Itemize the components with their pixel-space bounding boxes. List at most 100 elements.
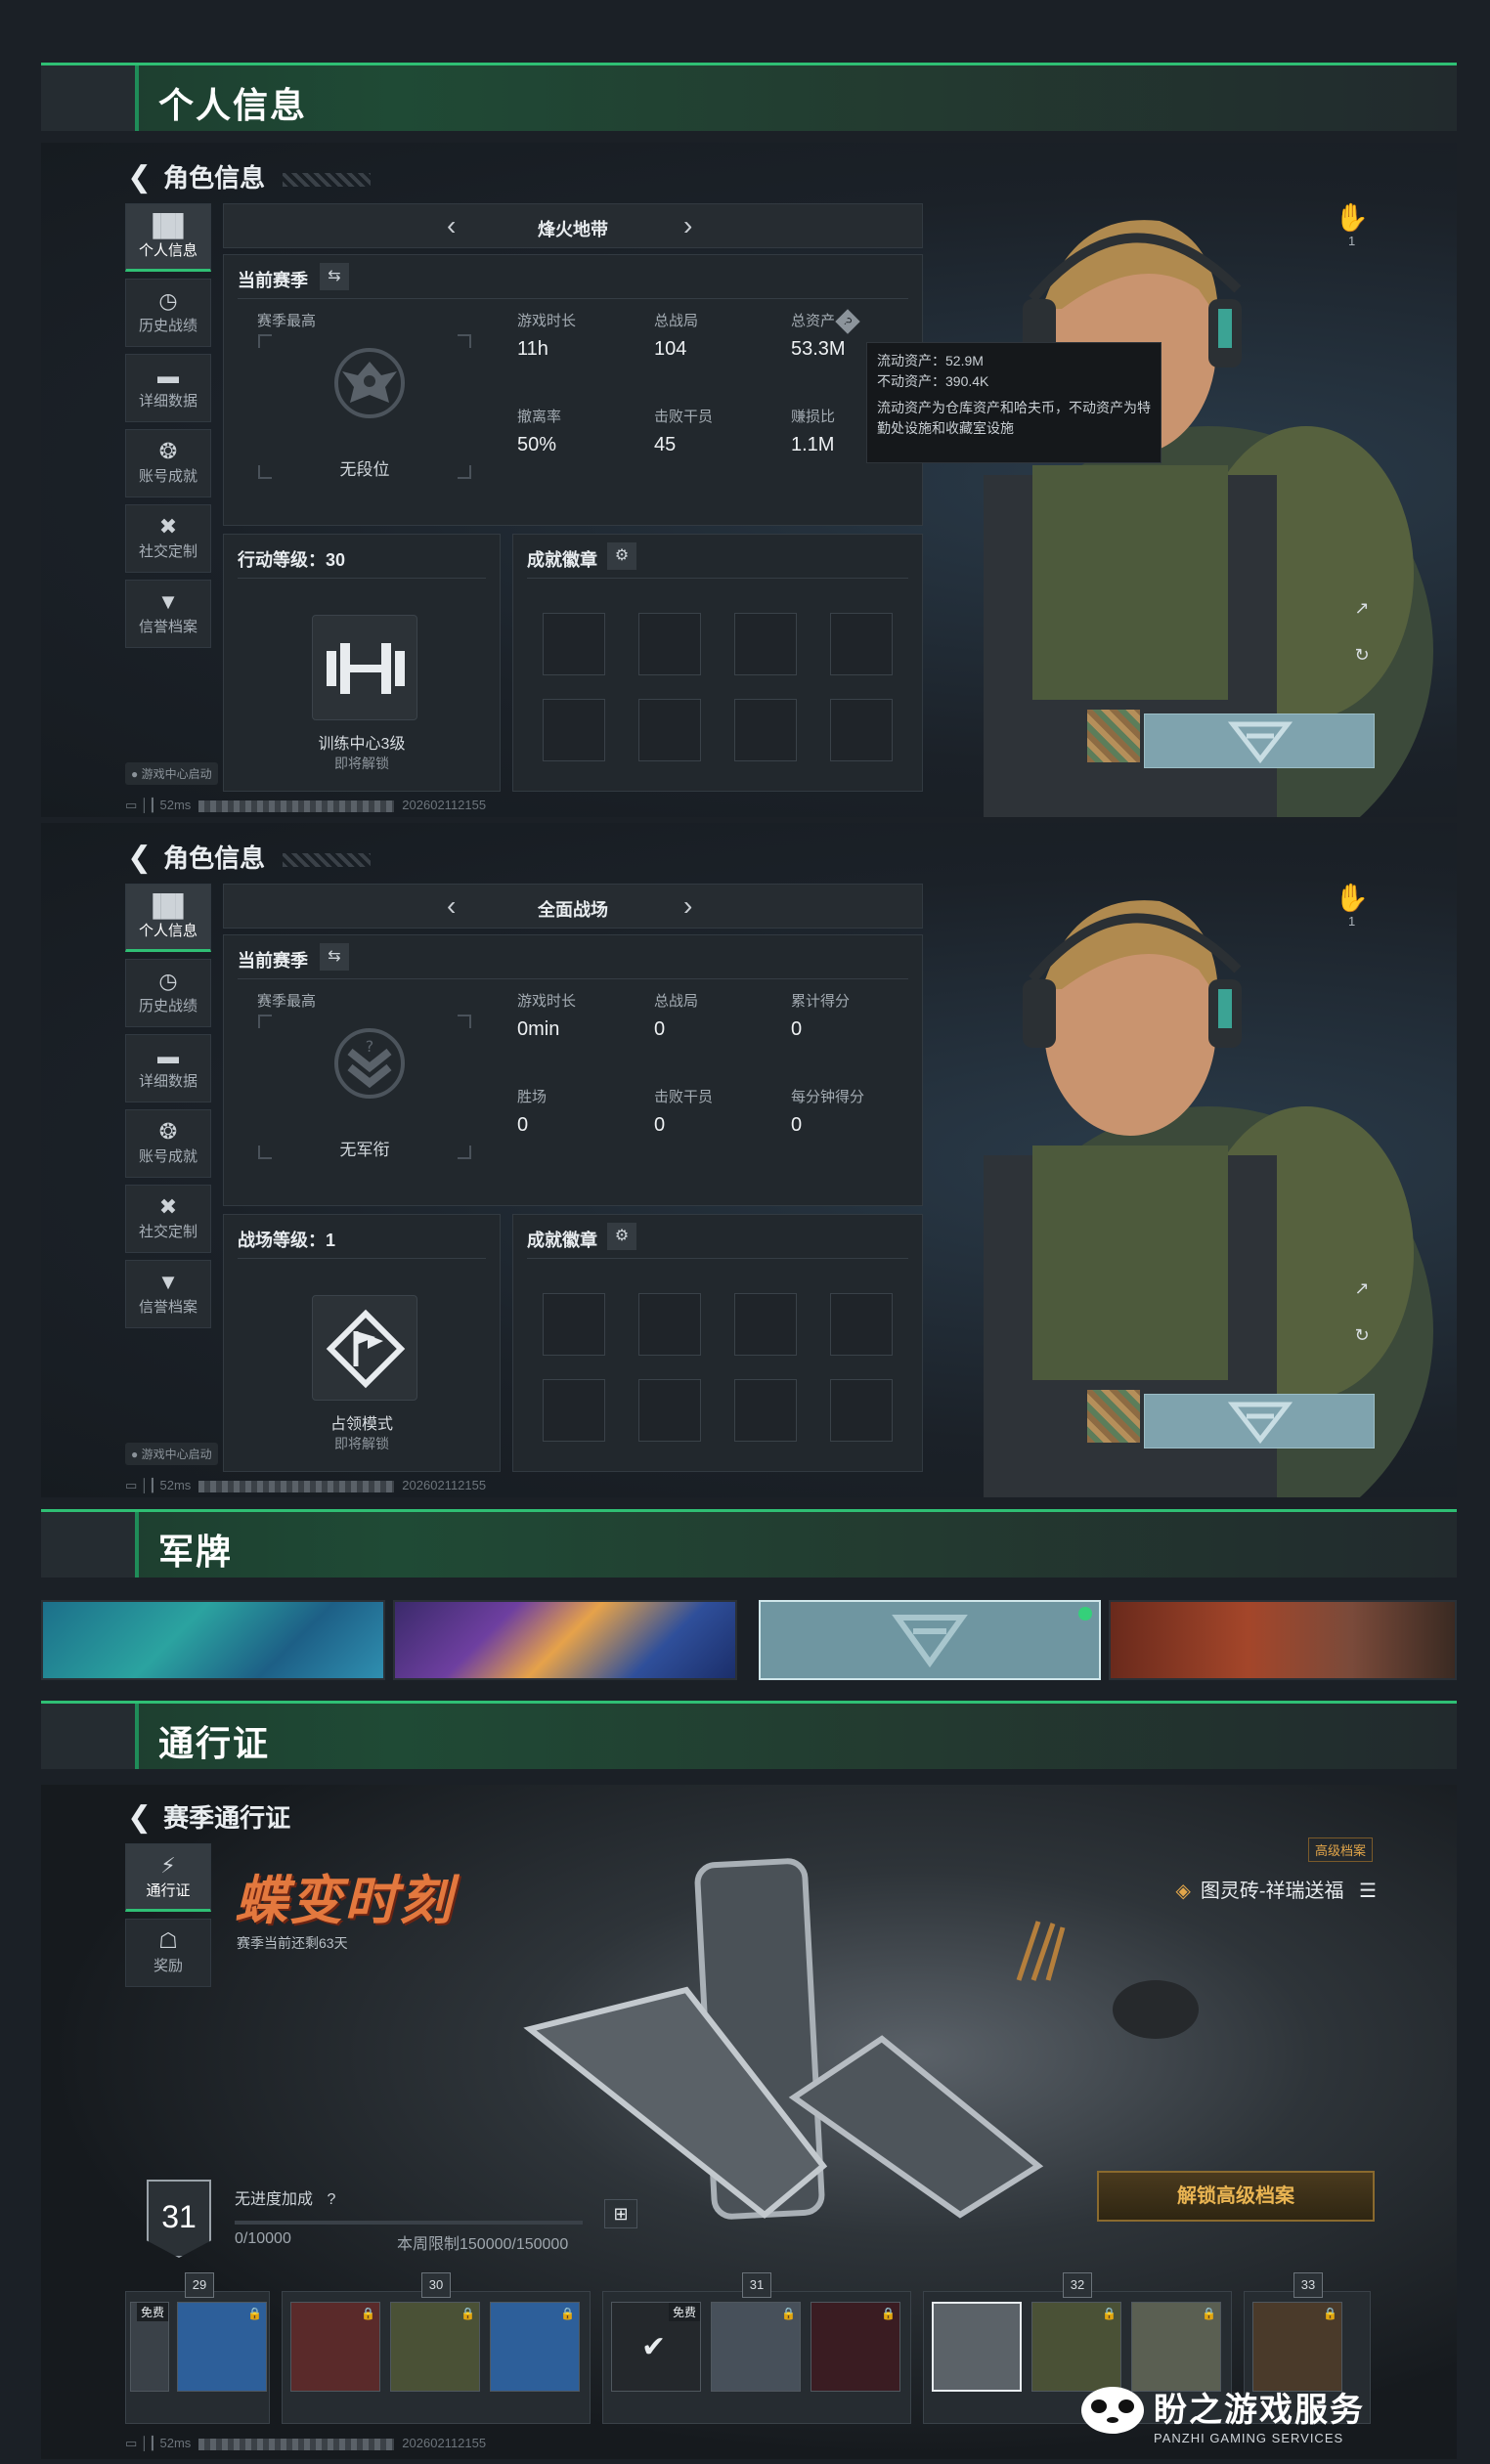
clock-icon: ◷ — [158, 288, 178, 313]
reward-slot[interactable]: 🔒 — [177, 2302, 267, 2392]
progress-bonus-label: 无进度加成 ? — [235, 2191, 336, 2208]
help-icon[interactable]: ? — [327, 2191, 335, 2208]
lock-icon: 🔒 — [560, 2307, 575, 2320]
stat-total-assets[interactable]: 总资产 ? 53.3M — [791, 309, 860, 361]
refresh-icon[interactable]: ↻ — [1349, 645, 1375, 670]
badge-slot[interactable] — [830, 699, 893, 761]
badge-slot[interactable] — [734, 1293, 797, 1356]
add-progress-icon[interactable]: ⊞ — [604, 2199, 637, 2228]
lock-icon: 🔒 — [881, 2307, 896, 2320]
sidebar-item-rewards[interactable]: ☖ 奖励 — [125, 1919, 211, 1987]
gear-icon[interactable]: ⚙ — [607, 1223, 636, 1250]
folder-icon: ▬ — [157, 1044, 179, 1068]
rank-name: 无段位 — [339, 460, 390, 479]
lock-icon: 🔒 — [460, 2307, 475, 2320]
badge-slot[interactable] — [638, 1379, 701, 1442]
badge-slot[interactable] — [830, 1293, 893, 1356]
dogtag-ocean[interactable] — [41, 1600, 385, 1680]
tools-icon: ✖ — [158, 1194, 178, 1219]
reward-slot[interactable]: 🔒 — [1031, 2302, 1121, 2392]
reward-slot[interactable]: 🔒 — [290, 2302, 380, 2392]
sidebar-item-pass[interactable]: ⚡ 通行证 — [125, 1843, 211, 1912]
like-button[interactable]: ✋ 1 — [1335, 201, 1369, 248]
lock-icon: 🔒 — [247, 2307, 262, 2320]
reward-slot[interactable]: 🔒 — [711, 2302, 801, 2392]
refresh-icon[interactable]: ↻ — [1349, 1325, 1375, 1351]
sidebar-item-social[interactable]: ✖ 社交定制 — [125, 504, 211, 573]
reward-slot[interactable]: 🔒 — [1131, 2302, 1221, 2392]
badge-slot[interactable] — [543, 613, 605, 675]
thumbs-up-icon: ✋ — [1335, 883, 1369, 913]
badge-slot[interactable] — [638, 1293, 701, 1356]
sidebar-item-achievements[interactable]: ❂ 账号成就 — [125, 429, 211, 497]
dumbbell-icon[interactable] — [312, 615, 417, 720]
sidebar-item-achievements[interactable]: ❂ 账号成就 — [125, 1109, 211, 1178]
lock-icon: 🔒 — [1202, 2307, 1216, 2320]
action-level-box: 行动等级：30 训练中心3级 即将解锁 — [223, 534, 501, 792]
rank-frame: ? 无军衔 — [257, 1014, 472, 1160]
next-mode-icon[interactable]: › — [683, 210, 692, 241]
check-icon: ✔ — [641, 2331, 667, 2363]
gear-icon[interactable]: ⚙ — [607, 542, 636, 570]
dogtag-squad[interactable] — [1109, 1600, 1457, 1680]
sidebar-item-profile[interactable]: ▐█▌ 个人信息 — [125, 884, 211, 952]
sidebar-item-history[interactable]: ◷ 历史战绩 — [125, 279, 211, 347]
tier-group-30: 30 🔒 🔒 🔒 — [282, 2272, 591, 2424]
section-title: 个人信息 — [158, 85, 308, 125]
list-icon[interactable]: ☰ — [1359, 1880, 1377, 1902]
badge-slot[interactable] — [734, 1379, 797, 1442]
back-button[interactable]: ❮ 赛季通行证 — [127, 1798, 290, 1835]
next-mode-icon[interactable]: › — [683, 890, 692, 922]
dogtag-selected[interactable] — [759, 1600, 1101, 1680]
stat-extract-rate: 撤离率 50% — [517, 409, 562, 455]
sidebar-item-social[interactable]: ✖ 社交定制 — [125, 1185, 211, 1253]
featured-reward[interactable]: ◈ 图灵砖-祥瑞送福 ☰ — [1175, 1875, 1377, 1903]
game-center-note: ● 游戏中心启动 — [125, 762, 218, 785]
reward-slot[interactable]: 🔒 — [1252, 2302, 1342, 2392]
reward-slot[interactable]: 🔒 — [390, 2302, 480, 2392]
level-label: 行动等级：30 — [238, 550, 346, 570]
unlock-advanced-button[interactable]: 解锁高级档案 — [1097, 2171, 1375, 2222]
level-lock-status: 即将解锁 — [334, 756, 389, 771]
swap-season-icon[interactable]: ⇆ — [320, 263, 349, 290]
badge-slot[interactable] — [638, 699, 701, 761]
stat-kills: 击败干员 0 — [654, 1089, 714, 1136]
stat-kills: 击败干员 45 — [654, 409, 714, 455]
dogtag-party[interactable] — [393, 1600, 737, 1680]
badge-slot[interactable] — [830, 1379, 893, 1442]
reward-slot[interactable]: 🔒 — [811, 2302, 900, 2392]
badges-label: 成就徽章 — [527, 1231, 597, 1250]
like-button[interactable]: ✋ 1 — [1335, 882, 1369, 929]
help-icon[interactable]: ? — [835, 309, 860, 334]
reward-slot[interactable] — [932, 2302, 1022, 2392]
reward-slot[interactable]: 🔒 — [490, 2302, 580, 2392]
badge-slot[interactable] — [734, 699, 797, 761]
badge-slot[interactable] — [734, 613, 797, 675]
reward-slot[interactable]: 免费 ✔ — [611, 2302, 701, 2392]
avatar-blurred — [1087, 710, 1140, 762]
back-button[interactable]: ❮ 角色信息 — [127, 839, 372, 875]
reward-slot[interactable]: 免费 — [130, 2302, 169, 2392]
sidebar-item-details[interactable]: ▬ 详细数据 — [125, 1034, 211, 1102]
share-icon[interactable]: ↗ — [1349, 1278, 1375, 1304]
badge-slot[interactable] — [830, 613, 893, 675]
sidebar-item-profile[interactable]: ▐█▌ 个人信息 — [125, 203, 211, 272]
battery-icon: ▭ — [125, 2436, 138, 2450]
badge-slot[interactable] — [543, 699, 605, 761]
sidebar-item-reputation[interactable]: ▼ 信誉档案 — [125, 1260, 211, 1328]
stat-total-matches: 总战局 0 — [654, 993, 699, 1040]
badge-slot[interactable] — [543, 1379, 605, 1442]
badge-slot[interactable] — [638, 613, 701, 675]
capture-flag-icon[interactable] — [312, 1295, 417, 1401]
share-icon[interactable]: ↗ — [1349, 598, 1375, 624]
badge-slot[interactable] — [543, 1293, 605, 1356]
back-arrow-icon: ❮ — [127, 161, 153, 194]
back-button[interactable]: ❮ 角色信息 — [127, 158, 372, 195]
clock-icon: ◷ — [158, 969, 178, 993]
sidebar-item-details[interactable]: ▬ 详细数据 — [125, 354, 211, 422]
sidebar-item-history[interactable]: ◷ 历史战绩 — [125, 959, 211, 1027]
sidebar-item-reputation[interactable]: ▼ 信誉档案 — [125, 580, 211, 648]
season-best-label: 赛季最高 — [257, 313, 317, 329]
swap-season-icon[interactable]: ⇆ — [320, 943, 349, 971]
signal-icon: │┃ — [140, 1478, 156, 1492]
